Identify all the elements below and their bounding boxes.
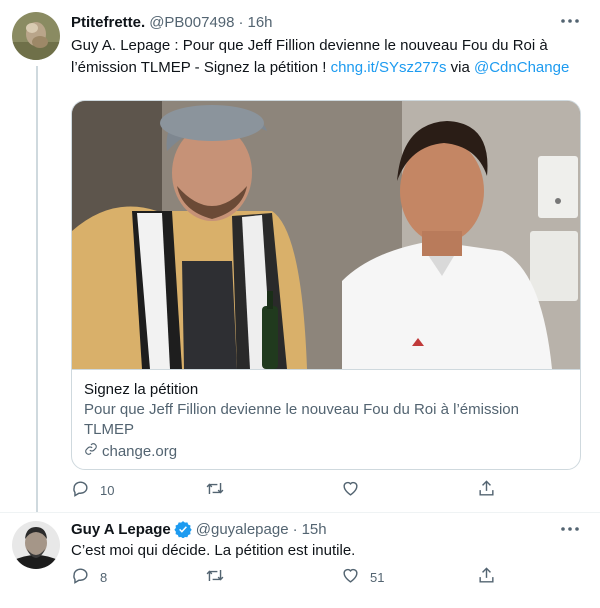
display-name[interactable]: Ptitefrette. xyxy=(71,14,145,31)
tweet-text-part: via xyxy=(446,59,474,76)
share-icon xyxy=(477,566,496,588)
like-icon xyxy=(341,479,360,501)
like-button[interactable] xyxy=(341,480,370,500)
tweet[interactable]: Ptitefrette. @PB007498 · 16h Guy A. Lepa… xyxy=(0,0,600,512)
share-icon xyxy=(477,479,496,501)
mention-link[interactable]: @CdnChange xyxy=(474,59,569,76)
timestamp[interactable]: 15h xyxy=(302,521,327,538)
tweet-header: Ptitefrette. @PB007498 · 16h xyxy=(71,12,273,32)
reply-count: 10 xyxy=(100,482,115,498)
share-button[interactable] xyxy=(477,567,496,587)
like-count: 51 xyxy=(370,569,385,585)
tweet[interactable]: Guy A Lepage @guyalepage · 15h C’est moi… xyxy=(0,512,600,608)
thread-connector xyxy=(36,66,38,512)
tweet-actions: 10 xyxy=(71,480,511,500)
reply-count: 8 xyxy=(100,569,108,585)
link-icon xyxy=(84,442,98,462)
like-button[interactable]: 51 xyxy=(341,567,384,587)
tweet-text: Guy A. Lepage : Pour que Jeff Fillion de… xyxy=(71,35,576,79)
reply-icon xyxy=(71,566,90,588)
card-image[interactable] xyxy=(72,101,580,369)
share-button[interactable] xyxy=(477,480,496,500)
more-icon[interactable] xyxy=(560,522,580,536)
avatar[interactable] xyxy=(12,521,60,569)
separator-dot: · xyxy=(238,13,244,31)
timestamp[interactable]: 16h xyxy=(247,14,272,31)
more-icon[interactable] xyxy=(560,14,580,28)
card-domain-text: change.org xyxy=(102,443,178,460)
card-description: Pour que Jeff Fillion devienne le nouvea… xyxy=(84,401,519,438)
reply-button[interactable]: 10 xyxy=(71,480,114,500)
petition-link[interactable]: chng.it/SYsz277s xyxy=(331,59,447,76)
link-card[interactable]: Signez la pétition Pour que Jeff Fillion… xyxy=(71,100,581,470)
like-icon xyxy=(341,566,360,588)
reply-button[interactable]: 8 xyxy=(71,567,107,587)
verified-icon xyxy=(174,520,192,538)
reply-icon xyxy=(71,479,90,501)
card-title: Signez la pétition xyxy=(84,381,199,398)
retweet-button[interactable] xyxy=(205,480,235,500)
retweet-icon xyxy=(205,479,225,501)
tweet-text: C’est moi qui décide. La pétition est in… xyxy=(71,542,356,559)
avatar[interactable] xyxy=(12,12,60,60)
separator-dot: · xyxy=(292,520,298,538)
retweet-button[interactable] xyxy=(205,567,235,587)
card-domain: change.org xyxy=(84,442,568,462)
retweet-icon xyxy=(205,566,225,588)
user-handle[interactable]: @PB007498 xyxy=(149,14,234,31)
card-body[interactable]: Signez la pétition Pour que Jeff Fillion… xyxy=(72,369,580,469)
user-handle[interactable]: @guyalepage xyxy=(196,521,289,538)
display-name[interactable]: Guy A Lepage xyxy=(71,521,171,538)
tweet-header: Guy A Lepage @guyalepage · 15h xyxy=(71,519,327,539)
tweet-actions: 8 51 xyxy=(71,567,511,587)
